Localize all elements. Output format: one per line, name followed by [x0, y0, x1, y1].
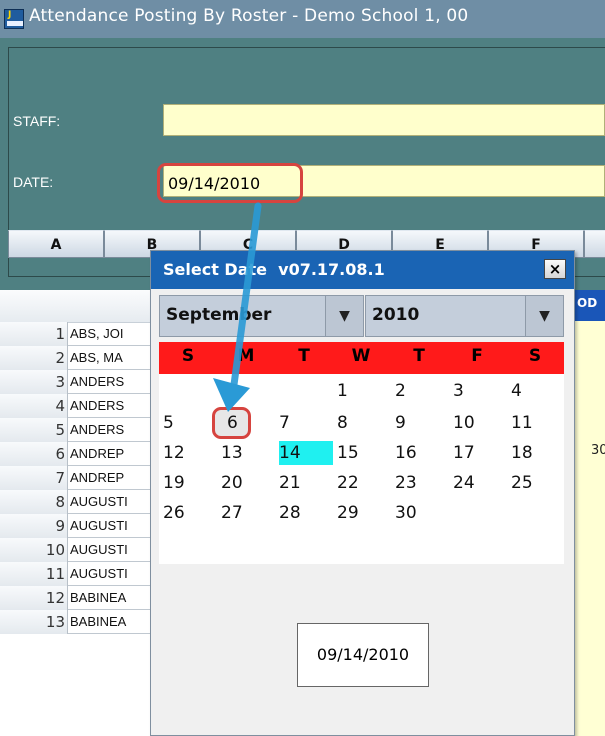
- calendar-day[interactable]: 19: [163, 472, 195, 494]
- dialog-title: Select Date v07.17.08.1: [163, 260, 385, 279]
- row-number: 3: [0, 370, 68, 394]
- month-value: September: [166, 305, 272, 325]
- staff-label: STAFF:: [13, 113, 61, 129]
- weekday-label: W: [351, 346, 371, 366]
- weekday-label: T: [298, 346, 310, 366]
- calendar-day[interactable]: 9: [395, 412, 427, 434]
- table-row[interactable]: 4 ANDERS: [0, 394, 170, 418]
- table-row[interactable]: 9 AUGUSTI: [0, 514, 170, 538]
- calendar-day[interactable]: 7: [279, 412, 311, 434]
- month-select[interactable]: September ▼: [159, 295, 364, 337]
- row-number: 8: [0, 490, 68, 514]
- grid-cell-value[interactable]: 30: [591, 443, 605, 458]
- table-row[interactable]: 10 AUGUSTI: [0, 538, 170, 562]
- app-icon: J: [4, 9, 24, 29]
- select-date-dialog: Select Date v07.17.08.1 × September ▼ 20…: [150, 250, 575, 736]
- date-label: DATE:: [13, 174, 54, 190]
- calendar-day[interactable]: 4: [511, 380, 543, 402]
- weekday-label: M: [237, 346, 255, 366]
- dialog-version: v07.17.08.1: [278, 260, 385, 279]
- calendar-day[interactable]: 26: [163, 502, 195, 524]
- calendar-day[interactable]: 10: [453, 412, 485, 434]
- calendar-grid: 1 2 3 4 5 6 7 8 9 10 11 12 13 14 15 16 17 18 19 20 21 22 23 24 2…: [159, 374, 564, 564]
- row-number: 5: [0, 418, 68, 442]
- weekday-label: S: [181, 346, 195, 366]
- staff-field[interactable]: [163, 104, 605, 136]
- row-number: 2: [0, 346, 68, 370]
- row-number: 11: [0, 562, 68, 586]
- table-row[interactable]: 8 AUGUSTI: [0, 490, 170, 514]
- table-row[interactable]: 12 BABINEA: [0, 586, 170, 610]
- dialog-title-bar[interactable]: Select Date v07.17.08.1 ×: [151, 251, 574, 289]
- calendar-day[interactable]: 29: [337, 502, 369, 524]
- calendar-day[interactable]: 20: [221, 472, 253, 494]
- weekday-label: S: [528, 346, 542, 366]
- table-row[interactable]: 2 ABS, MA: [0, 346, 170, 370]
- calendar-day[interactable]: 13: [221, 442, 253, 464]
- chevron-down-icon[interactable]: ▼: [325, 296, 363, 336]
- row-number: 12: [0, 586, 68, 610]
- calendar-day[interactable]: 21: [279, 472, 311, 494]
- row-number: 10: [0, 538, 68, 562]
- selected-date-display: 09/14/2010: [297, 623, 429, 687]
- table-row[interactable]: 11 AUGUSTI: [0, 562, 170, 586]
- year-value: 2010: [372, 305, 420, 325]
- tab-overflow[interactable]: [584, 230, 605, 258]
- calendar-day[interactable]: 18: [511, 442, 543, 464]
- table-row[interactable]: 1 ABS, JOI: [0, 322, 170, 346]
- table-row[interactable]: 5 ANDERS: [0, 418, 170, 442]
- calendar-day[interactable]: 12: [163, 442, 195, 464]
- calendar-day[interactable]: 15: [337, 442, 369, 464]
- row-number: 7: [0, 466, 68, 490]
- calendar-day[interactable]: 24: [453, 472, 485, 494]
- calendar-day[interactable]: 27: [221, 502, 253, 524]
- year-select[interactable]: 2010 ▼: [365, 295, 564, 337]
- calendar-day[interactable]: 3: [453, 380, 485, 402]
- grid-column-header-od[interactable]: OD: [575, 290, 605, 321]
- row-number: 9: [0, 514, 68, 538]
- calendar-day[interactable]: 2: [395, 380, 427, 402]
- row-number: 13: [0, 610, 68, 634]
- window-title: Attendance Posting By Roster - Demo Scho…: [29, 6, 469, 26]
- close-button[interactable]: ×: [544, 259, 566, 279]
- table-row[interactable]: 7 ANDREP: [0, 466, 170, 490]
- close-icon: ×: [548, 260, 562, 278]
- calendar-day[interactable]: 25: [511, 472, 543, 494]
- calendar-day[interactable]: 30: [395, 502, 427, 524]
- calendar-day[interactable]: 17: [453, 442, 485, 464]
- table-row[interactable]: 3 ANDERS: [0, 370, 170, 394]
- calendar-day[interactable]: 11: [511, 412, 543, 434]
- weekday-header: S M T W T F S: [159, 342, 564, 374]
- weekday-label: F: [471, 346, 483, 366]
- weekday-label: T: [413, 346, 425, 366]
- title-bar: J Attendance Posting By Roster - Demo Sc…: [0, 0, 605, 38]
- calendar-day[interactable]: 23: [395, 472, 427, 494]
- row-number: 1: [0, 322, 68, 346]
- calendar-day[interactable]: 22: [337, 472, 369, 494]
- calendar-day[interactable]: 16: [395, 442, 427, 464]
- calendar-day[interactable]: 8: [337, 412, 369, 434]
- calendar-day[interactable]: 6: [227, 412, 259, 434]
- table-row[interactable]: 13 BABINEA: [0, 610, 170, 634]
- tab-a[interactable]: A: [8, 230, 104, 258]
- chevron-down-icon[interactable]: ▼: [525, 296, 563, 336]
- calendar-day[interactable]: 1: [337, 380, 369, 402]
- grid-right-column: [570, 290, 605, 736]
- row-number: 6: [0, 442, 68, 466]
- row-number: 4: [0, 394, 68, 418]
- calendar-day[interactable]: 14: [279, 442, 311, 464]
- table-row[interactable]: 6 ANDREP: [0, 442, 170, 466]
- calendar-day[interactable]: 5: [163, 412, 195, 434]
- calendar-day[interactable]: 28: [279, 502, 311, 524]
- date-field-highlight: [157, 163, 303, 203]
